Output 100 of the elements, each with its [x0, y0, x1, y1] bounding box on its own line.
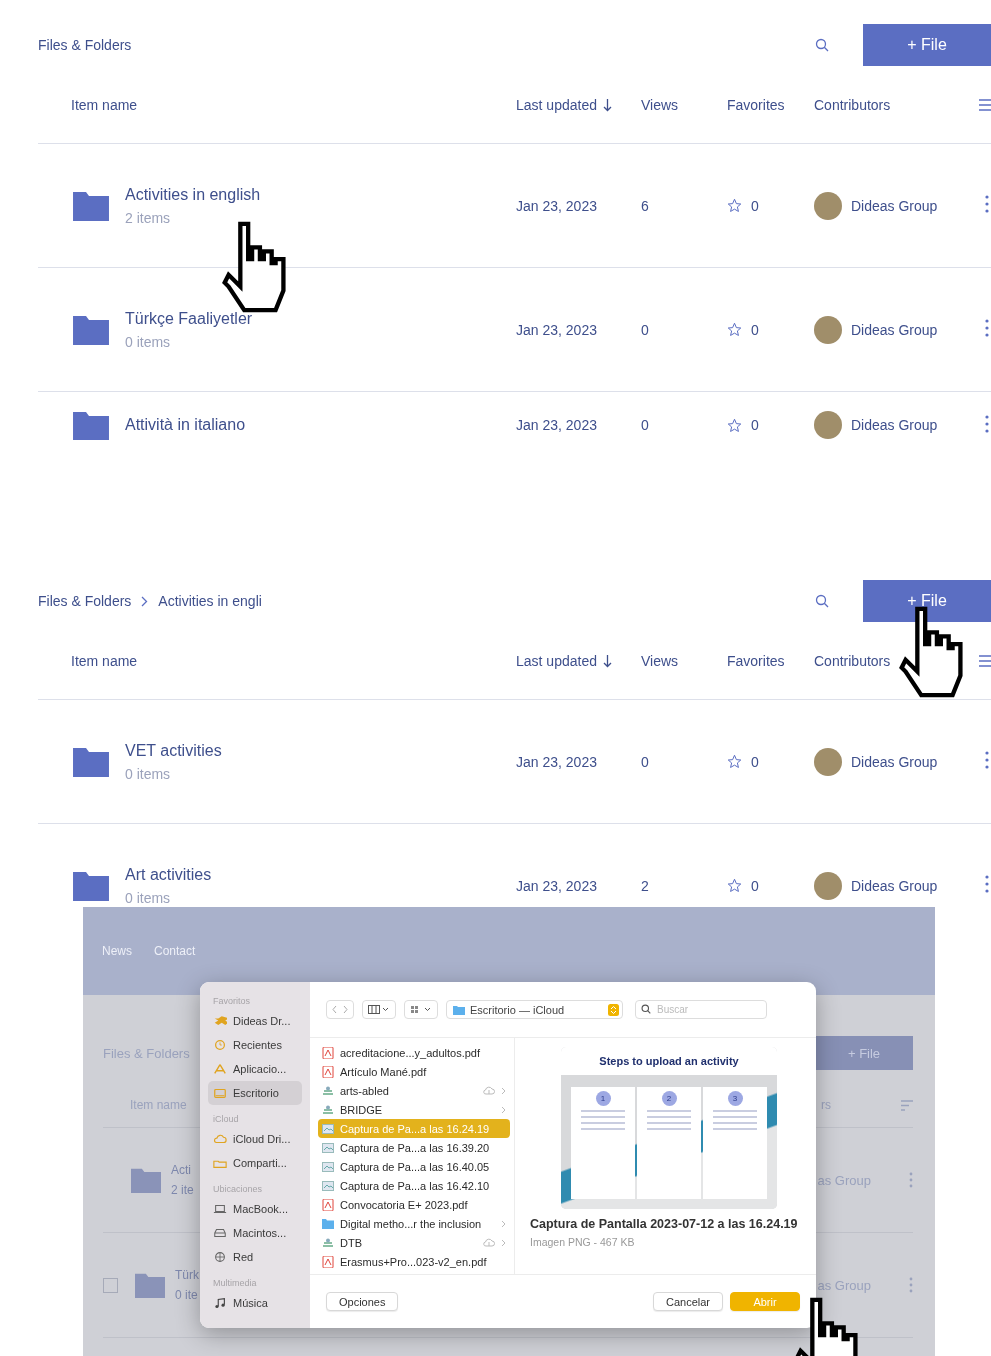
add-file-button[interactable]: + File [863, 24, 991, 66]
item-count: 2 ite [171, 1183, 194, 1197]
folder-name[interactable]: Art activities [125, 865, 212, 884]
image-file-icon [322, 1179, 334, 1192]
file-item[interactable]: Convocatoria E+ 2023.pdf [318, 1195, 510, 1214]
star-icon [727, 322, 742, 337]
menu-icon[interactable] [979, 97, 991, 112]
sidebar-item[interactable]: Música [208, 1291, 302, 1315]
file-item[interactable]: Captura de Pa...a las 16.42.10 [318, 1176, 510, 1195]
more-icon[interactable] [985, 875, 989, 893]
location-dropdown[interactable]: Escritorio — iCloud [446, 1000, 623, 1019]
stepper-icon [608, 1003, 619, 1016]
avatar [814, 411, 842, 439]
file-item[interactable]: Captura de Pa...a las 16.40.05 [318, 1157, 510, 1176]
section-heading: Favoritos [213, 996, 251, 1006]
file-item[interactable]: BRIDGE [318, 1100, 510, 1119]
sidebar-item[interactable]: Recientes [208, 1033, 302, 1057]
grid-view-button[interactable] [404, 1000, 438, 1019]
sidebar-item[interactable]: Red [208, 1245, 302, 1269]
column-header[interactable]: Last updated [516, 652, 597, 669]
sidebar-item[interactable]: Escritorio [208, 1081, 302, 1105]
folder-name[interactable]: Attività in italiano [125, 416, 246, 434]
search-icon[interactable] [815, 594, 829, 608]
options-button[interactable]: Opciones [326, 1292, 399, 1311]
checkbox[interactable] [103, 1277, 118, 1293]
favorites-count: 0 [751, 417, 759, 433]
cancel-button[interactable]: Cancelar [652, 1292, 723, 1311]
file-item[interactable]: arts-abled [318, 1081, 510, 1100]
folder-name[interactable]: VET activities [125, 741, 222, 760]
sort-down-icon[interactable] [602, 97, 612, 112]
sidebar-item[interactable]: Aplicacio... [208, 1057, 302, 1081]
views-count: 0 [641, 321, 650, 338]
contributor-name: Dideas Group [851, 197, 938, 214]
column-header[interactable]: Last updated [516, 96, 597, 113]
date-text: Jan 23, 2023 [516, 877, 598, 894]
column-header[interactable]: Favorites [727, 96, 814, 113]
sidebar-item[interactable]: Macintos... [208, 1221, 302, 1245]
folder-icon [135, 1272, 165, 1298]
more-icon[interactable] [985, 195, 989, 213]
network-icon [213, 1251, 227, 1263]
folder-icon [73, 746, 109, 777]
menu-icon[interactable] [979, 653, 991, 668]
folder-icon [73, 314, 109, 345]
column-header[interactable]: Contributors [814, 652, 974, 669]
views-count: 0 [641, 417, 650, 433]
folder-name[interactable]: Türkçe Faaliyetler [125, 309, 253, 328]
more-icon[interactable] [985, 414, 989, 433]
add-file-button[interactable]: + File [863, 580, 991, 622]
views-count: 0 [641, 753, 650, 770]
breadcrumb-link[interactable]: Activities in engli [158, 593, 262, 609]
file-item[interactable]: Captura de Pa...a las 16.39.20 [318, 1138, 510, 1157]
item-count: 0 items [125, 765, 172, 782]
section-heading: Multimedia [213, 1278, 258, 1288]
favorites-count: 0 [751, 321, 759, 338]
folder-icon [73, 409, 109, 441]
image-file-icon [322, 1122, 334, 1135]
date-text: Jan 23, 2023 [516, 197, 598, 214]
column-header[interactable]: Item name [38, 652, 516, 669]
avatar [814, 191, 842, 220]
views-count: 2 [641, 877, 650, 894]
file-item[interactable]: acreditacione...y_adultos.pdf [318, 1043, 510, 1062]
file-item[interactable]: DTB [318, 1233, 510, 1252]
chevron-right-icon [141, 595, 149, 607]
folder-icon [322, 1217, 334, 1230]
more-icon[interactable] [985, 751, 989, 769]
column-header[interactable]: Favorites [727, 652, 814, 669]
date-text: Jan 23, 2023 [516, 753, 598, 770]
item-count: 0 items [125, 333, 172, 350]
star-icon [727, 754, 742, 769]
column-header[interactable]: Views [641, 652, 727, 669]
grid-icon [410, 1005, 432, 1014]
sidebar-item[interactable]: Comparti... [208, 1151, 302, 1175]
date-text: Jan 23, 2023 [516, 417, 598, 433]
search-field[interactable]: Buscar [635, 1000, 767, 1019]
application-icon [322, 1236, 334, 1249]
cloud-icon [213, 1133, 227, 1145]
column-view-button[interactable] [362, 1000, 396, 1019]
breadcrumb-link[interactable]: Files & Folders [38, 593, 132, 609]
avatar [814, 315, 842, 344]
sort-down-icon[interactable] [602, 653, 612, 668]
column-header[interactable]: Contributors [814, 96, 974, 113]
file-item[interactable]: Artículo Mané.pdf [318, 1062, 510, 1081]
more-icon[interactable] [985, 319, 989, 337]
search-icon[interactable] [815, 38, 829, 52]
desktop-icon [213, 1087, 227, 1099]
item-count: 0 ite [175, 1288, 198, 1302]
section-heading: iCloud [213, 1114, 240, 1124]
sidebar-item[interactable]: iCloud Dri... [208, 1127, 302, 1151]
column-header[interactable]: Item name [38, 96, 516, 113]
pdf-file-icon [322, 1065, 334, 1078]
columns-icon [368, 1005, 390, 1014]
file-item[interactable]: Digital metho...r the inclusion [318, 1214, 510, 1233]
column-header[interactable]: Views [641, 96, 727, 113]
folder-name[interactable]: Activities in english [125, 185, 261, 204]
breadcrumb-link[interactable]: Files & Folders [38, 37, 132, 53]
star-icon [727, 417, 742, 433]
sidebar-item[interactable]: Dideas Dr... [208, 1009, 302, 1033]
sidebar-item[interactable]: MacBook... [208, 1197, 302, 1221]
file-item[interactable]: Erasmus+Pro...023-v2_en.pdf [318, 1252, 510, 1271]
step-number: 1 [595, 1091, 611, 1106]
